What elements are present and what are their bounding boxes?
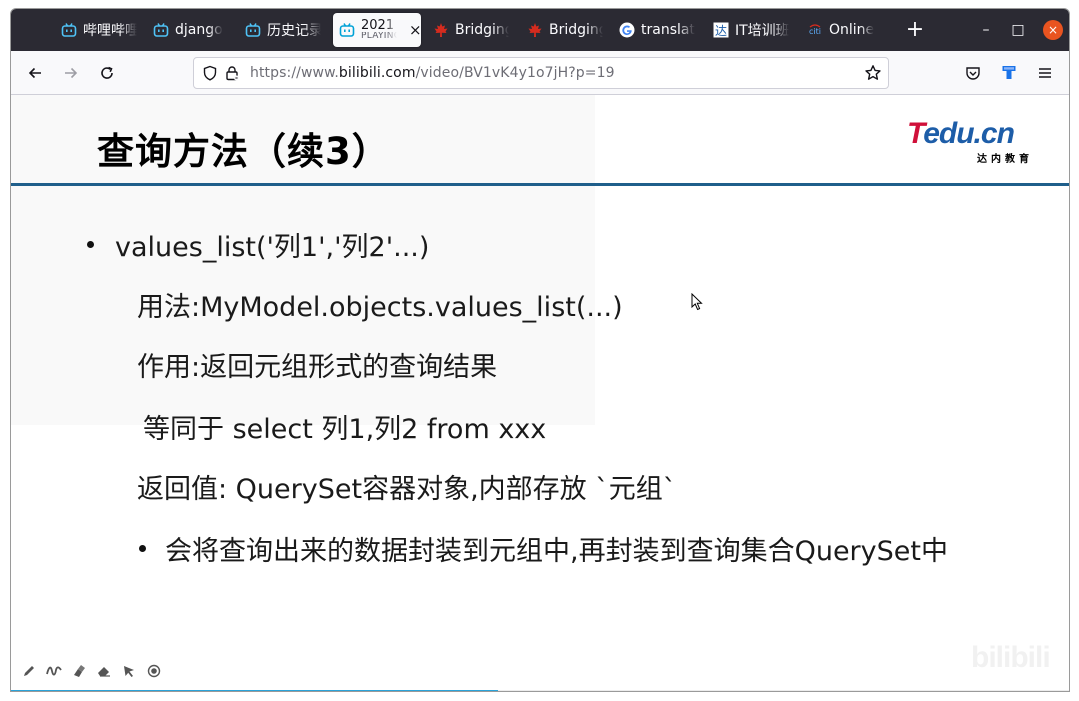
title-divider xyxy=(11,183,1069,186)
bilibili-icon xyxy=(153,22,169,38)
tab-label-group: 2021 PLAYING xyxy=(361,19,397,41)
tab-bridging-1[interactable]: Bridging xyxy=(427,15,515,45)
slide-line-4: 等同于 select 列1,列2 from xxx xyxy=(143,414,547,445)
maple-leaf-icon xyxy=(527,22,543,38)
back-arrow-icon xyxy=(28,67,41,79)
slide-line-2: 用法:MyModel.objects.values_list(...) xyxy=(137,292,623,323)
tab-label: IT培训班 xyxy=(735,23,789,39)
tab-playing-video[interactable]: 2021 PLAYING × xyxy=(333,13,421,47)
playback-progress-fill xyxy=(11,690,498,691)
extension-button[interactable] xyxy=(997,61,1021,85)
tab-online[interactable]: citi Online xyxy=(801,15,889,45)
address-bar[interactable]: https://www.bilibili.com/video/BV1vK4y1o… xyxy=(193,57,889,89)
svg-text:citi: citi xyxy=(809,27,821,36)
close-window-button[interactable]: × xyxy=(1043,20,1063,40)
mouse-cursor-icon xyxy=(691,293,703,311)
translate-extension-icon xyxy=(1002,66,1016,79)
shield-icon[interactable] xyxy=(202,65,218,81)
url-domain: bilibili.com xyxy=(338,65,416,81)
bookmark-star-icon[interactable] xyxy=(864,64,882,82)
new-tab-button[interactable]: + xyxy=(903,19,927,41)
pointer-icon[interactable] xyxy=(121,663,137,679)
tab-label: Bridging xyxy=(455,22,509,38)
bilibili-watermark: bilibili xyxy=(859,637,1055,677)
bullet-point xyxy=(139,545,146,552)
reload-button[interactable] xyxy=(95,61,119,85)
tedu-logo: Tedu.cn 达内教育 xyxy=(907,119,1035,166)
reload-icon xyxy=(101,66,113,79)
url-path: /video/BV1vK4y1o7jH?p=19 xyxy=(415,65,615,81)
tab-bridging-2[interactable]: Bridging xyxy=(521,15,609,45)
tab-label: 哔哩哔哩 xyxy=(83,23,137,39)
tab-bilibili-home[interactable]: 哔哩哔哩 xyxy=(55,15,143,45)
tab-label: django xyxy=(175,22,223,38)
bilibili-icon xyxy=(61,22,77,38)
maximize-button[interactable]: □ xyxy=(1009,21,1027,39)
slide-line-1: values_list('列1','列2'...) xyxy=(115,232,430,263)
annotation-toolbar xyxy=(21,663,162,679)
tarena-icon: 达 xyxy=(713,22,729,38)
close-tab-icon[interactable]: × xyxy=(409,21,421,39)
citi-icon: citi xyxy=(807,22,823,38)
forward-arrow-icon xyxy=(65,67,78,79)
tab-bar: 哔哩哔哩 django 历史记录 2021 PLAYING × xyxy=(11,9,1069,51)
tab-django[interactable]: django xyxy=(147,15,233,45)
video-player[interactable]: 查询方法（续3） Tedu.cn 达内教育 values_list('列1','… xyxy=(11,95,1069,691)
slide-title: 查询方法（续3） xyxy=(97,130,390,173)
forward-button[interactable] xyxy=(59,61,83,85)
bullet-point xyxy=(87,241,94,248)
tab-history[interactable]: 历史记录 xyxy=(239,15,327,45)
bilibili-icon xyxy=(245,22,261,38)
navigation-bar: https://www.bilibili.com/video/BV1vK4y1o… xyxy=(11,51,1069,95)
google-icon xyxy=(619,22,635,38)
lock-icon[interactable] xyxy=(224,65,240,81)
highlighter-icon[interactable] xyxy=(71,663,87,679)
url-text: https://www.bilibili.com/video/BV1vK4y1o… xyxy=(250,65,615,81)
slide-line-6: 会将查询出来的数据封装到元组中,再封装到查询集合QuerySet中 xyxy=(165,536,948,567)
squiggle-icon[interactable] xyxy=(46,663,62,679)
tab-it-training[interactable]: 达 IT培训班 xyxy=(707,15,795,45)
slide-line-5: 返回值: QuerySet容器对象,内部存放 `元组` xyxy=(137,474,677,505)
hamburger-menu-icon xyxy=(1039,68,1051,78)
eraser-icon[interactable] xyxy=(96,663,112,679)
logo-subtitle: 达内教育 xyxy=(977,154,1033,165)
tab-label: 历史记录 xyxy=(267,23,321,39)
logo-wordmark: Tedu.cn xyxy=(907,119,1035,149)
slide-line-3: 作用:返回元组形式的查询结果 xyxy=(137,352,498,383)
watermark-logo: bilibili xyxy=(971,641,1051,674)
minimize-button[interactable]: – xyxy=(977,21,995,39)
pen-icon[interactable] xyxy=(21,663,37,679)
playback-progress-bar[interactable] xyxy=(11,690,1069,691)
tab-playing-indicator: PLAYING xyxy=(361,32,397,41)
record-icon[interactable] xyxy=(146,663,162,679)
pocket-button[interactable] xyxy=(961,61,985,85)
tab-label: 2021 xyxy=(361,19,395,32)
back-button[interactable] xyxy=(23,61,47,85)
url-prefix: https://www. xyxy=(250,65,339,81)
tab-label: translate xyxy=(641,22,695,38)
logo-t: T xyxy=(907,117,924,150)
svg-text:达: 达 xyxy=(715,24,727,38)
tab-label: Bridging xyxy=(549,22,603,38)
browser-window: 哔哩哔哩 django 历史记录 2021 PLAYING × xyxy=(10,8,1070,692)
menu-button[interactable] xyxy=(1033,61,1057,85)
maple-leaf-icon xyxy=(433,22,449,38)
tab-label: Online xyxy=(829,22,875,38)
logo-rest: edu.cn xyxy=(923,117,1015,150)
bilibili-icon xyxy=(339,22,355,38)
tab-translate[interactable]: translate xyxy=(613,15,701,45)
pocket-icon xyxy=(966,67,980,80)
